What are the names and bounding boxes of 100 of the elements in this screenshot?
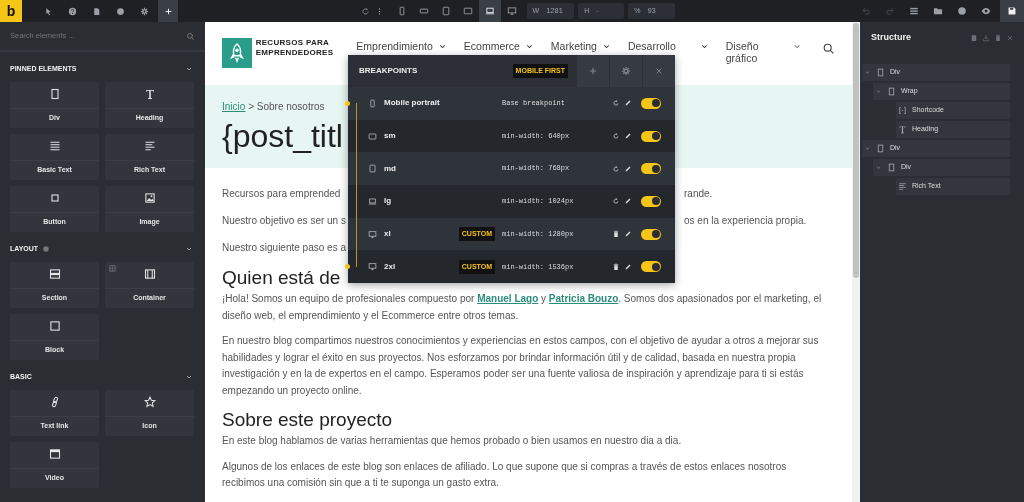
site-logo[interactable] (222, 38, 252, 68)
toggle-switch[interactable] (641, 261, 661, 273)
edit-button[interactable] (623, 229, 632, 240)
clipboard-icon (970, 34, 978, 42)
breadcrumb-link[interactable]: Inicio (222, 101, 246, 112)
nav-item[interactable]: Diseño gráfico (725, 40, 801, 64)
logo-text: RECURSOS PARA EMPRENDEDORES (255, 38, 334, 58)
text-fragment: Nuestro siguiente paso es a (222, 242, 346, 253)
settings-icon (621, 66, 631, 76)
monitor-icon (506, 6, 517, 16)
save-button[interactable] (1000, 0, 1024, 22)
reset-button[interactable] (611, 196, 620, 207)
reset-icon (611, 164, 620, 173)
breakpoint-name: 2xl (383, 260, 397, 273)
toggle-switch[interactable] (641, 228, 661, 240)
close-icon (654, 66, 664, 76)
monitor-icon (368, 229, 377, 239)
paragraph: Algunos de los enlaces de este blog son enlaces de afiliado. Lo que supone que si compras a través de estos enlaces nosotros recibimos una comisión sin que a ti te suponga un gasto extra. (222, 459, 788, 490)
logo[interactable]: b (0, 0, 22, 22)
breakpoint-name: xl (383, 228, 392, 241)
block-icon (48, 320, 61, 332)
heading-icon (143, 88, 156, 100)
close-icon (1006, 34, 1014, 42)
tablet-landscape-icon (462, 6, 473, 16)
folder-icon (933, 6, 943, 16)
author-link[interactable]: Manuel Lago (477, 293, 539, 304)
search-icon (186, 31, 195, 41)
reset-button[interactable] (611, 131, 620, 142)
text-fragment: os en la experiencia propia. (684, 214, 807, 228)
breakpoint-name: md (383, 162, 397, 175)
search-icon (822, 42, 835, 55)
phone-icon (368, 98, 377, 108)
eye-icon (981, 6, 991, 16)
star-icon (143, 396, 156, 408)
page-title: {post_titl (222, 117, 343, 156)
div-icon (887, 163, 896, 172)
tablet-icon (368, 164, 377, 174)
toggle-switch[interactable] (641, 195, 661, 207)
timeline-dot (345, 264, 350, 270)
reset-icon (611, 197, 620, 206)
device-button[interactable] (478, 0, 501, 22)
add-icon (588, 66, 598, 76)
edit-button[interactable] (623, 196, 632, 207)
chevron-down-icon (792, 42, 801, 51)
image-icon (143, 192, 156, 204)
text-lines-icon (143, 140, 156, 152)
div-icon (876, 68, 885, 77)
tablet-icon (440, 6, 451, 16)
panel-title: BREAKPOINTS (358, 65, 419, 77)
toggle-switch[interactable] (641, 130, 661, 142)
save-icon (1007, 6, 1017, 16)
pencil-icon (623, 164, 632, 173)
edit-button[interactable] (623, 131, 632, 142)
pencil-icon (623, 132, 632, 141)
delete-button[interactable] (611, 229, 620, 240)
pencil-icon (623, 99, 632, 108)
trash-icon (611, 262, 620, 271)
circle-icon (115, 6, 125, 16)
pencil-icon (623, 262, 632, 271)
settings-button[interactable] (609, 55, 642, 87)
download-icon (982, 34, 990, 42)
section-heading: Sobre este proyecto (222, 408, 393, 432)
help-icon (67, 6, 77, 16)
undo-icon (861, 6, 871, 16)
nav-item[interactable]: Ecommerce (463, 40, 534, 52)
nav-item[interactable]: Emprendimiento (356, 40, 447, 52)
toggle-switch[interactable] (641, 163, 661, 175)
breakpoint-name: lg (383, 195, 393, 208)
monitor-icon (368, 262, 377, 272)
chevron-down-icon (699, 42, 709, 51)
brackets-icon (898, 106, 907, 115)
reset-button[interactable] (611, 98, 620, 109)
chevron-down-icon (437, 42, 447, 51)
tablet-landscape-icon (368, 131, 377, 141)
text-lines-icon (898, 182, 907, 191)
breakpoint-name: sm (383, 130, 397, 143)
timeline-dot (345, 100, 350, 106)
add-button[interactable] (158, 0, 178, 22)
nav-item[interactable]: Desarrollo (627, 40, 709, 52)
edit-button[interactable] (623, 98, 632, 109)
div-icon (48, 88, 61, 100)
text-fragment: Recursos para emprended (222, 188, 341, 199)
reset-button[interactable] (611, 163, 620, 174)
pointer-icon (43, 6, 53, 16)
trash-icon (611, 230, 620, 239)
pencil-icon (623, 197, 632, 206)
paragraph: ¡Hola! Somos un equipo de profesionales compuesto por Manuel Lago y Patricia Bouzo. Somos dos apasionados por el marketing, el diseño web, el emprendimiento y el Ecommerce entre otros temas. (222, 292, 823, 323)
laptop-icon (368, 196, 377, 206)
video-icon (48, 448, 61, 460)
redo-icon (885, 6, 895, 16)
text-fragment: Nuestro objetivo es ser un s (222, 215, 346, 226)
reset-icon (611, 132, 620, 141)
scrollbar[interactable] (852, 22, 860, 502)
refresh-icon (361, 6, 371, 16)
phone-icon (396, 6, 407, 16)
paragraph: En nuestro blog compartimos nuestros conocimientos y experiencias en estos campos, con el objetivo de ayudar a otros a mejorar sus habilidades y lograr el éxito en sus proyectos. Nos esforzamos por brindar información útil y de calidad, basada en nuestra propia investigación y en la de expertos en el campo. Esperamos poder ser una fuente valiosa de inspiración y aprendizaje para ti si estás empezando un proyecto online. (222, 334, 820, 398)
trash-icon (994, 34, 1002, 42)
delete-button[interactable] (611, 261, 620, 272)
nav-item[interactable]: Marketing (550, 40, 611, 52)
toggle-switch[interactable] (641, 97, 661, 109)
